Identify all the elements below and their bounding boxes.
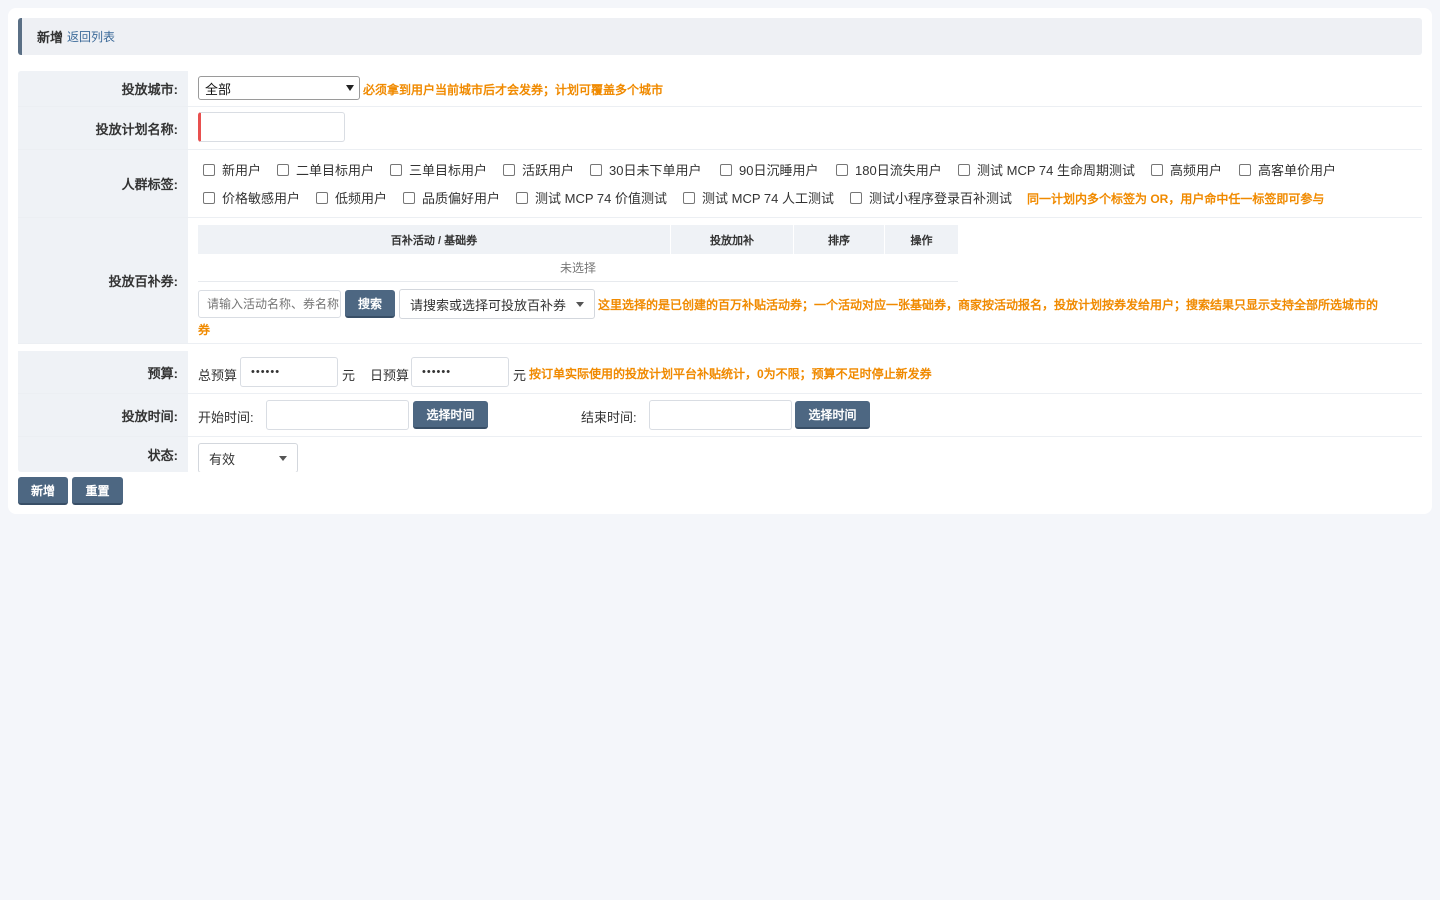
checkbox-icon[interactable] [1151,163,1163,176]
column-header-extra-subsidy: 投放加补 [671,225,794,254]
daily-budget-input[interactable]: •••••• [411,357,509,387]
end-time-button[interactable]: 选择时间 [795,401,870,429]
checkbox-icon[interactable] [958,163,970,176]
tag-checkbox[interactable]: 测试小程序登录百补测试 [850,188,1012,207]
status-select-value: 有效 [209,451,236,467]
tag-checkbox[interactable]: 180日流失用户 [836,160,942,179]
total-budget-input[interactable]: •••••• [240,357,338,387]
coupon-search-input[interactable] [198,290,341,318]
back-to-list-link[interactable]: 返回列表 [67,28,115,45]
tag-checkbox[interactable]: 二单目标用户 [277,160,374,179]
plan-name-input[interactable] [198,112,345,142]
tag-checkbox[interactable]: 测试 MCP 74 生命周期测试 [958,160,1135,179]
checkbox-icon[interactable] [516,191,528,204]
city-select[interactable]: 全部 [198,76,360,100]
checkbox-icon[interactable] [1239,163,1251,176]
checkbox-icon[interactable] [590,163,602,176]
tag-checkbox[interactable]: 测试 MCP 74 人工测试 [683,188,834,207]
page-title: 新增 [37,30,64,45]
checkbox-icon[interactable] [390,163,402,176]
coupon-row: 投放百补券: 百补活动 / 基础券 投放加补 排序 操作 未选择 搜索 请搜索或… [18,218,1422,344]
coupon-select[interactable]: 请搜索或选择可投放百补券 [399,289,595,319]
checkbox-icon[interactable] [836,163,848,176]
plan-name-label: 投放计划名称: [18,107,188,149]
column-header-activity: 百补活动 / 基础券 [198,225,671,254]
checkbox-icon[interactable] [203,163,215,176]
end-time-input[interactable] [649,400,792,430]
checkbox-icon[interactable] [403,191,415,204]
total-budget-unit: 元 [342,368,356,383]
time-label: 投放时间: [18,394,188,436]
column-header-sort: 排序 [794,225,885,254]
reset-button[interactable]: 重置 [72,477,123,505]
search-button[interactable]: 搜索 [345,290,395,318]
chevron-down-icon [576,302,584,307]
budget-label: 预算: [18,351,188,393]
checkbox-icon[interactable] [203,191,215,204]
checkbox-icon[interactable] [683,191,695,204]
checkbox-icon[interactable] [503,163,515,176]
status-select[interactable]: 有效 [198,443,298,472]
tag-checkbox[interactable]: 90日沉睡用户 [720,160,818,179]
tag-checkbox[interactable]: 新用户 [203,160,261,179]
coupon-select-placeholder: 请搜索或选择可投放百补券 [410,297,567,313]
status-label: 状态: [18,437,188,472]
tag-checkbox[interactable]: 高客单价用户 [1239,160,1336,179]
checkbox-icon[interactable] [277,163,289,176]
total-budget-label: 总预算 [198,368,238,383]
city-hint: 必须拿到用户当前城市后才会发券；计划可覆盖多个城市 [363,83,664,97]
column-header-actions: 操作 [885,225,958,254]
city-select-value: 全部 [205,81,232,97]
coupon-label: 投放百补券: [18,218,188,343]
tag-checkbox[interactable]: 三单目标用户 [390,160,487,179]
dropdown-arrow-icon [346,85,354,91]
add-button[interactable]: 新增 [18,477,68,505]
city-label: 投放城市: [18,71,188,106]
checkbox-icon[interactable] [316,191,328,204]
status-row: 状态: 有效 [18,437,1422,472]
plan-form: 投放城市: 全部 必须拿到用户当前城市后才会发券；计划可覆盖多个城市 投放计划名… [18,71,1422,472]
page-header: 新增 返回列表 [18,18,1422,55]
time-row: 投放时间: 开始时间: 选择时间 结束时间: 选择时间 [18,394,1422,437]
main-panel: 新增 返回列表 投放城市: 全部 必须拿到用户当前城市后才会发券；计划可覆盖多个… [8,8,1432,514]
crowd-tags-hint: 同一计划内多个标签为 OR，用户命中任一标签即可参与 [1027,192,1325,206]
checkbox-icon[interactable] [850,191,862,204]
city-row: 投放城市: 全部 必须拿到用户当前城市后才会发券；计划可覆盖多个城市 [18,71,1422,107]
daily-budget-unit: 元 [513,368,527,383]
start-time-label: 开始时间: [198,410,254,425]
coupon-hint: 这里选择的是已创建的百万补贴活动券；一个活动对应一张基础券，商家按活动报名，投放… [598,298,1379,312]
start-time-input[interactable] [266,400,409,430]
table-empty-text: 未选择 [198,254,958,282]
tag-checkbox[interactable]: 活跃用户 [503,160,574,179]
tag-checkbox[interactable]: 高频用户 [1151,160,1222,179]
tag-checkbox[interactable]: 30日未下单用户 [590,160,701,179]
tag-checkbox[interactable]: 品质偏好用户 [403,188,500,207]
coupon-hint-wrap: 券 [198,323,211,337]
start-time-button[interactable]: 选择时间 [413,401,488,429]
crowd-tags-row: 人群标签: 新用户 二单目标用户 三单目标用户 活跃用户 30日未下单用户 90… [18,150,1422,218]
chevron-down-icon [279,456,287,461]
tag-checkbox[interactable]: 测试 MCP 74 价值测试 [516,188,667,207]
daily-budget-label: 日预算 [370,368,410,383]
checkbox-icon[interactable] [720,163,732,176]
budget-row: 预算: 总预算 •••••• 元 日预算 •••••• 元 按订单实际使用的投放… [18,351,1422,394]
crowd-tags-label: 人群标签: [18,150,188,217]
crowd-tags-group: 新用户 二单目标用户 三单目标用户 活跃用户 30日未下单用户 90日沉睡用户 … [198,150,1408,217]
budget-hint: 按订单实际使用的投放计划平台补贴统计，0为不限；预算不足时停止新发券 [529,367,932,381]
tag-checkbox[interactable]: 低频用户 [316,188,387,207]
end-time-label: 结束时间: [581,410,637,425]
plan-name-row: 投放计划名称: [18,107,1422,150]
tag-checkbox[interactable]: 价格敏感用户 [203,188,300,207]
